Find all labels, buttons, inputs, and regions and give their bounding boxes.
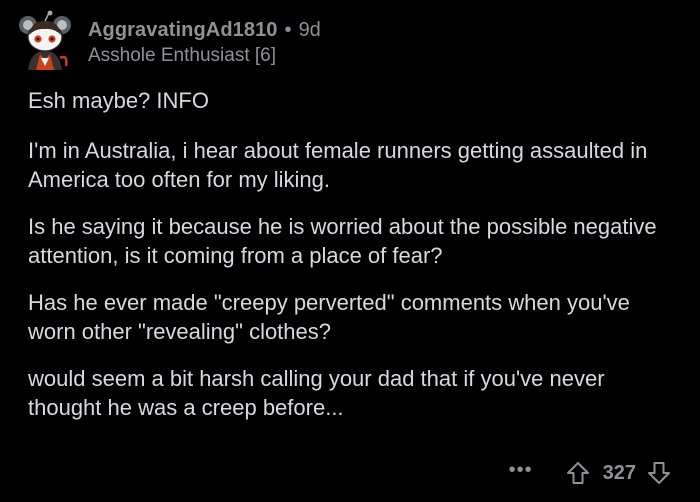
comment-paragraph: Esh maybe? INFO (28, 88, 209, 113)
comment-age: 9d (298, 19, 321, 41)
comment-body: Esh maybe? INFO I'm in Australia, i hear… (28, 86, 678, 440)
vote-score: 327 (602, 461, 636, 484)
comment-paragraph: Is he saying it because he is worried ab… (28, 214, 657, 268)
comment: AggravatingAd1810 • 9d Asshole Enthusias… (0, 0, 700, 502)
author-username[interactable]: AggravatingAd1810 (88, 18, 278, 42)
upvote-arrow-icon[interactable] (565, 460, 591, 486)
downvote-arrow-icon[interactable] (646, 460, 672, 486)
comment-header: AggravatingAd1810 • 9d Asshole Enthusias… (14, 10, 321, 74)
comment-paragraph: Has he ever made "creepy perverted" comm… (28, 290, 630, 344)
comment-paragraph: would seem a bit harsh calling your dad … (28, 366, 605, 420)
comment-actions: ••• 327 (509, 456, 672, 490)
meta-separator: • (284, 19, 292, 41)
comment-meta: AggravatingAd1810 • 9d Asshole Enthusias… (88, 18, 321, 68)
more-options-button[interactable]: ••• (509, 460, 533, 486)
comment-paragraph: I'm in Australia, i hear about female ru… (28, 138, 648, 192)
snoo-avatar-icon[interactable] (14, 10, 76, 72)
user-flair: Asshole Enthusiast [6] (88, 45, 276, 66)
author-line: AggravatingAd1810 • 9d (88, 18, 321, 42)
